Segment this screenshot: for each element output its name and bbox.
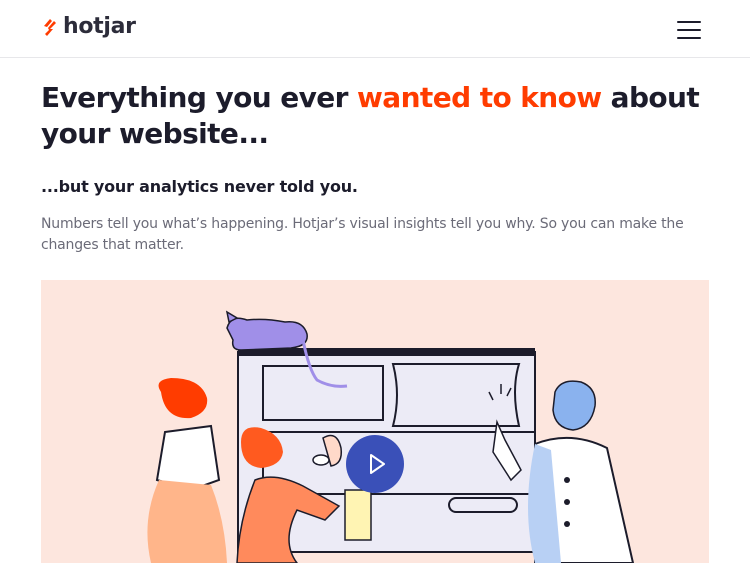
headline-accent: wanted to know	[357, 81, 602, 114]
hotjar-logo[interactable]: hotjar	[41, 14, 136, 39]
hotjar-flame-icon	[44, 18, 56, 36]
hero-description: Numbers tell you what’s happening. Hotja…	[41, 216, 684, 253]
hero-illustration	[41, 280, 709, 563]
hero-subheading: ...but your analytics never told you.	[41, 177, 358, 196]
site-header: hotjar	[0, 0, 750, 58]
play-icon	[370, 454, 385, 474]
hamburger-menu-icon[interactable]	[677, 20, 703, 40]
play-video-button[interactable]	[346, 435, 404, 493]
logo-text: hotjar	[63, 14, 136, 39]
hero-scene	[147, 310, 635, 563]
headline-part-1: Everything you ever	[41, 81, 358, 114]
hero-headline: Everything you ever wanted to know about…	[41, 80, 721, 152]
